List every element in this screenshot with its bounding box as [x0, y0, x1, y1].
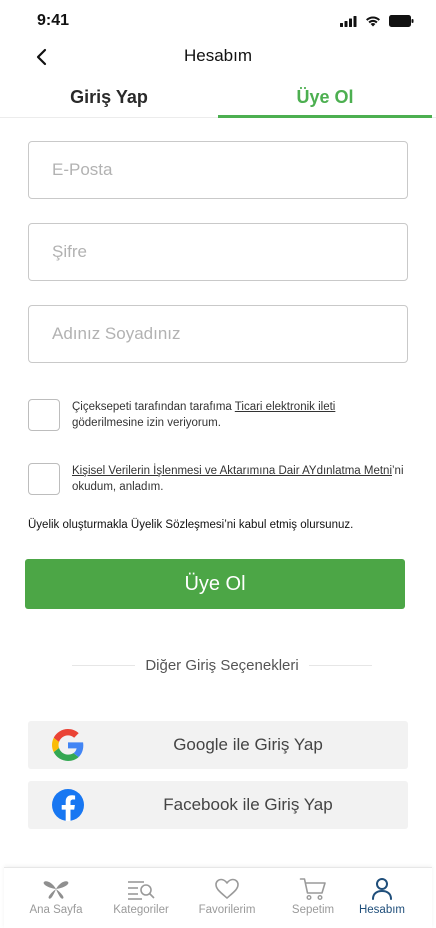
- marketing-consent-checkbox[interactable]: [28, 399, 60, 431]
- fullname-field[interactable]: [28, 305, 408, 363]
- register-button[interactable]: Üye Ol: [25, 559, 405, 609]
- marketing-consent: Çiçeksepeti tarafından tarafıma Ticari e…: [28, 399, 408, 431]
- nav-item-favorites[interactable]: Favorilerim: [184, 868, 270, 928]
- wifi-icon: [366, 16, 380, 26]
- other-options-divider: Diğer Giriş Seçenekleri: [72, 655, 373, 675]
- heart-icon: [212, 877, 242, 901]
- categories-icon: [126, 877, 156, 901]
- cart-icon: [298, 877, 328, 901]
- divider-line-left: [72, 664, 136, 666]
- tab-register[interactable]: Üye Ol: [218, 82, 432, 118]
- marketing-consent-suffix: göderilmesine izin veriyorum.: [72, 417, 221, 429]
- marketing-consent-prefix: Çiçeksepeti tarafından tarafıma: [72, 401, 235, 413]
- signal-icon: [340, 15, 357, 27]
- nav-label-favorites: Favorilerim: [198, 904, 256, 916]
- divider-line-right: [308, 664, 373, 666]
- other-options-label: Diğer Giriş Seçenekleri: [145, 656, 299, 674]
- marketing-consent-text: Çiçeksepeti tarafından tarafıma Ticari e…: [72, 399, 408, 431]
- facebook-login-label: Facebook ile Giriş Yap: [163, 795, 333, 814]
- nav-item-categories[interactable]: Kategoriler: [98, 868, 184, 928]
- user-icon: [367, 877, 397, 901]
- nav-item-account[interactable]: Hesabım: [339, 868, 425, 928]
- facebook-icon: [52, 789, 84, 821]
- nav-label-home: Ana Sayfa: [29, 904, 83, 916]
- commercial-message-link[interactable]: Ticari elektronik ileti: [235, 401, 336, 413]
- battery-icon: [389, 15, 414, 27]
- nav-header: Hesabım: [0, 40, 436, 74]
- nav-item-home[interactable]: Ana Sayfa: [13, 868, 99, 928]
- privacy-notice-link[interactable]: Kişisel Verilerin İşlenmesi ve Aktarımın…: [72, 465, 392, 477]
- nav-label-categories: Kategoriler: [113, 904, 169, 916]
- status-icons: [340, 15, 414, 27]
- bottom-navigation: Ana Sayfa Kategoriler Favorilerim Sepeti…: [4, 867, 432, 928]
- password-field[interactable]: [28, 223, 408, 281]
- auth-tabs: Giriş Yap Üye Ol: [0, 82, 436, 118]
- google-login-button[interactable]: Google ile Giriş Yap: [28, 721, 408, 769]
- google-login-label: Google ile Giriş Yap: [173, 735, 323, 754]
- facebook-login-button[interactable]: Facebook ile Giriş Yap: [28, 781, 408, 829]
- membership-agreement-text: Üyelik oluşturmakla Üyelik Sözleşmesi’ni…: [28, 519, 354, 531]
- google-icon: [52, 729, 84, 761]
- nav-label-account: Hesabım: [358, 904, 406, 916]
- status-time: 9:41: [37, 12, 70, 29]
- privacy-consent-checkbox[interactable]: [28, 463, 60, 495]
- privacy-consent: Kişisel Verilerin İşlenmesi ve Aktarımın…: [28, 463, 408, 495]
- status-bar: 9:41: [0, 0, 436, 44]
- email-field[interactable]: [28, 141, 408, 199]
- privacy-consent-text: Kişisel Verilerin İşlenmesi ve Aktarımın…: [72, 463, 408, 495]
- page-title: Hesabım: [183, 46, 253, 65]
- tab-login[interactable]: Giriş Yap: [0, 82, 218, 118]
- home-icon: [41, 877, 71, 901]
